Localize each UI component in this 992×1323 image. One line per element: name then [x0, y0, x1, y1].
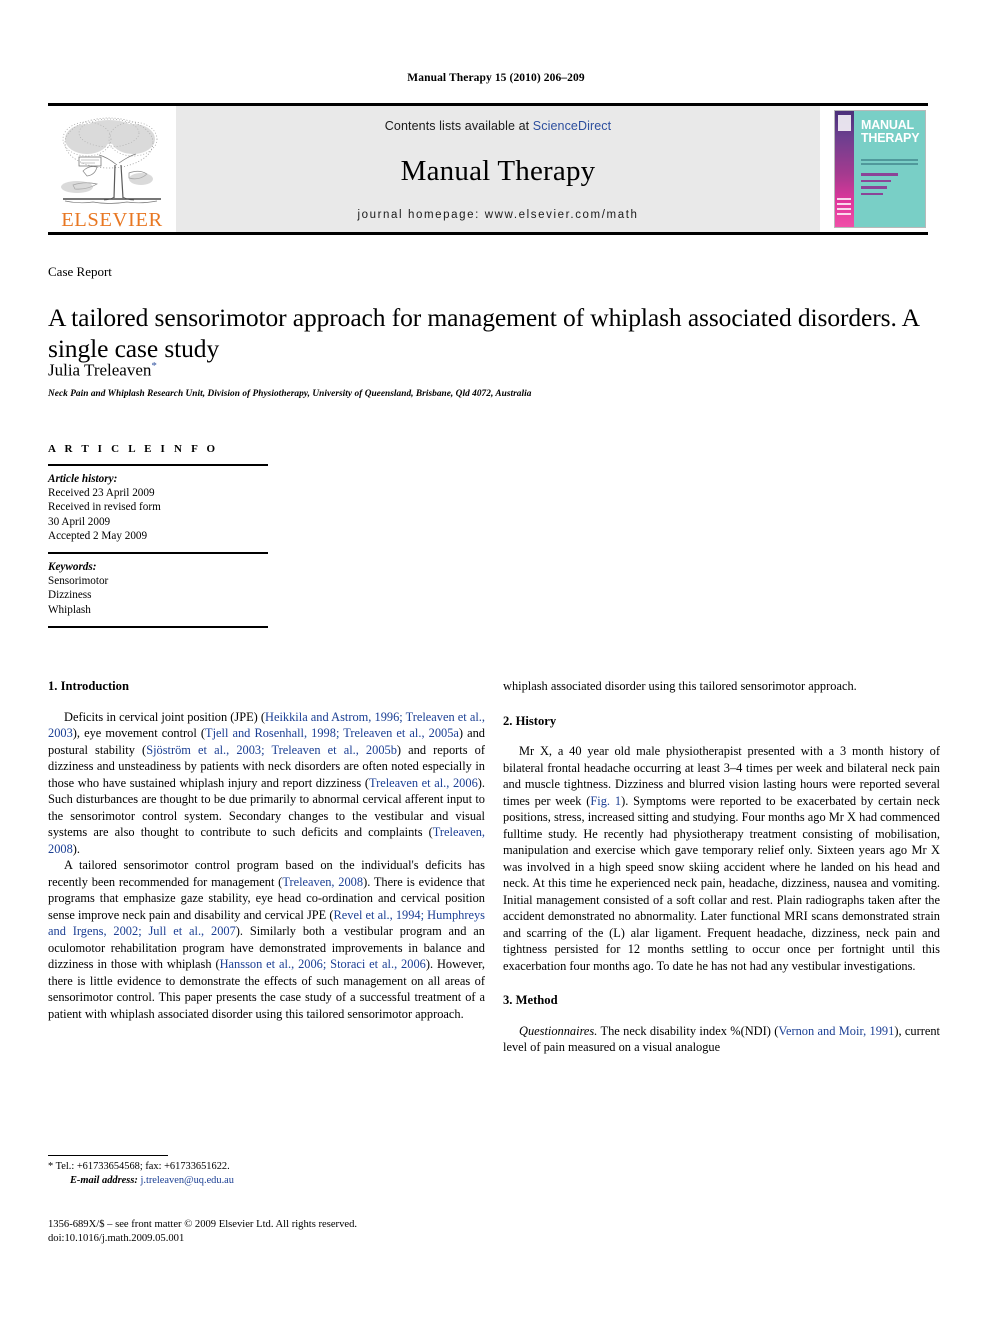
article-history-line: Received in revised form	[48, 501, 161, 514]
author-label: Julia Treleaven	[48, 360, 152, 380]
keywords-block: Keywords: Sensorimotor Dizziness Whiplas…	[48, 554, 268, 626]
author-footnote-marker[interactable]: *	[151, 360, 157, 372]
article-history-label: Article history:	[48, 472, 118, 485]
article-type: Case Report	[48, 264, 112, 279]
contents-list-line: Contents lists available at ScienceDirec…	[176, 119, 820, 133]
text-run: ). Symptoms were reported to be exacerba…	[503, 793, 941, 973]
article-info-heading: A R T I C L E I N F O	[48, 443, 219, 455]
article-history-line: Received 23 April 2009	[48, 486, 155, 499]
paragraph-continuation: whiplash associated disorder using this …	[503, 678, 940, 695]
cover-subtitle-lines	[861, 159, 920, 168]
section-heading-method: 3. Method	[503, 993, 558, 1008]
citation-link[interactable]: Tjell and Rosenhall, 1998; Treleaven et …	[205, 726, 459, 740]
journal-cover-thumbnail: MANUAL THERAPY	[832, 106, 928, 232]
article-history: Article history: Received 23 April 2009 …	[48, 466, 268, 553]
header-center-band: Contents lists available at ScienceDirec…	[176, 106, 820, 232]
email-label: E-mail address:	[70, 1175, 138, 1187]
imprint-line: doi:10.1016/j.math.2009.05.001	[48, 1233, 185, 1245]
header-bottom-rule	[48, 232, 928, 235]
cover-title-line2: THERAPY	[861, 130, 920, 145]
cover-title: MANUAL THERAPY	[861, 119, 921, 145]
author-name: Julia Treleaven*	[48, 360, 157, 381]
cover-contents-lines	[861, 173, 920, 199]
journal-header: ELSEVIER Contents lists available at Sci…	[48, 103, 928, 235]
text-run: The neck disability index %(NDI) (	[597, 1023, 779, 1038]
footnote-text: * Tel.: +61733654568; fax: +61733651622.…	[48, 1160, 485, 1188]
section-heading-introduction: 1. Introduction	[48, 679, 129, 693]
body-column-left: 1. Introduction Deficits in cervical joi…	[48, 678, 485, 1022]
sciencedirect-link[interactable]: ScienceDirect	[533, 119, 611, 133]
keyword-item: Sensorimotor	[48, 575, 109, 588]
journal-title: Manual Therapy	[400, 154, 596, 187]
body-column-right: whiplash associated disorder using this …	[503, 678, 940, 1056]
page-title: A tailored sensorimotor approach for man…	[48, 303, 919, 363]
paragraph: Mr X, a 40 year old male physiotherapist…	[503, 743, 940, 974]
section-heading-history: 2. History	[503, 713, 557, 728]
cover-image: MANUAL THERAPY	[834, 110, 926, 228]
paragraph: A tailored sensorimotor control program …	[48, 857, 485, 1022]
citation-link[interactable]: Vernon and Moir, 1991	[778, 1024, 894, 1038]
elsevier-wordmark: ELSEVIER	[61, 208, 163, 231]
footnote-tel-fax: Tel.: +61733654568; fax: +61733651622.	[55, 1161, 230, 1173]
footnote-rule	[48, 1155, 168, 1157]
cover-elsevier-badge-icon	[838, 115, 851, 131]
article-info-box: A R T I C L E I N F O Article history: R…	[48, 443, 268, 628]
elsevier-tree-icon	[61, 117, 161, 204]
citation-link[interactable]: Treleaven, 2008	[282, 875, 363, 889]
article-history-line: Accepted 2 May 2009	[48, 529, 148, 542]
figure-link[interactable]: Fig. 1	[590, 794, 621, 808]
citation-link[interactable]: Hansson et al., 2006; Storaci et al., 20…	[220, 957, 426, 971]
footnote-email-line: E-mail address: j.treleaven@uq.edu.au	[48, 1174, 485, 1188]
journal-homepage-link[interactable]: journal homepage: www.elsevier.com/math	[176, 209, 820, 221]
text-run: whiplash associated disorder using this …	[503, 679, 857, 693]
keywords-label: Keywords:	[48, 560, 97, 573]
run-in-heading: Questionnaires.	[519, 1023, 598, 1038]
keyword-item: Dizziness	[48, 589, 92, 602]
footnote-contact-line: * Tel.: +61733654568; fax: +61733651622.	[48, 1160, 485, 1174]
keyword-item: Whiplash	[48, 603, 91, 616]
elsevier-logo: ELSEVIER	[48, 106, 176, 232]
footnote-marker: *	[48, 1161, 54, 1173]
paper-page: Manual Therapy 15 (2010) 206–209 ELSEVIE…	[0, 0, 992, 1323]
citation-link[interactable]: Treleaven et al., 2006	[369, 776, 478, 790]
cover-title-line1: MANUAL	[861, 118, 914, 132]
article-info-rule-bottom	[48, 626, 268, 628]
paragraph: Deficits in cervical joint position (JPE…	[48, 709, 485, 858]
citation-link[interactable]: Sjöström et al., 2003; Treleaven et al.,…	[146, 743, 397, 757]
email-link[interactable]: j.treleaven@uq.edu.au	[140, 1175, 234, 1186]
text-run: Deficits in cervical joint position (JPE…	[64, 709, 266, 724]
imprint-block: 1356-689X/$ – see front matter © 2009 El…	[48, 1218, 508, 1247]
imprint-line: 1356-689X/$ – see front matter © 2009 El…	[48, 1219, 358, 1230]
footnote-block: * Tel.: +61733654568; fax: +61733651622.…	[48, 1155, 485, 1188]
article-history-line: 30 April 2009	[48, 515, 111, 528]
paragraph: Questionnaires. The neck disability inde…	[503, 1023, 940, 1056]
cover-footer-lines	[837, 198, 853, 224]
text-run: ).	[72, 841, 81, 856]
text-run: ), eye movement control (	[72, 726, 206, 741]
header-row: ELSEVIER Contents lists available at Sci…	[48, 106, 928, 232]
author-affiliation: Neck Pain and Whiplash Research Unit, Di…	[48, 389, 532, 399]
running-head: Manual Therapy 15 (2010) 206–209	[407, 72, 585, 84]
contents-prefix: Contents lists available at	[384, 119, 533, 133]
